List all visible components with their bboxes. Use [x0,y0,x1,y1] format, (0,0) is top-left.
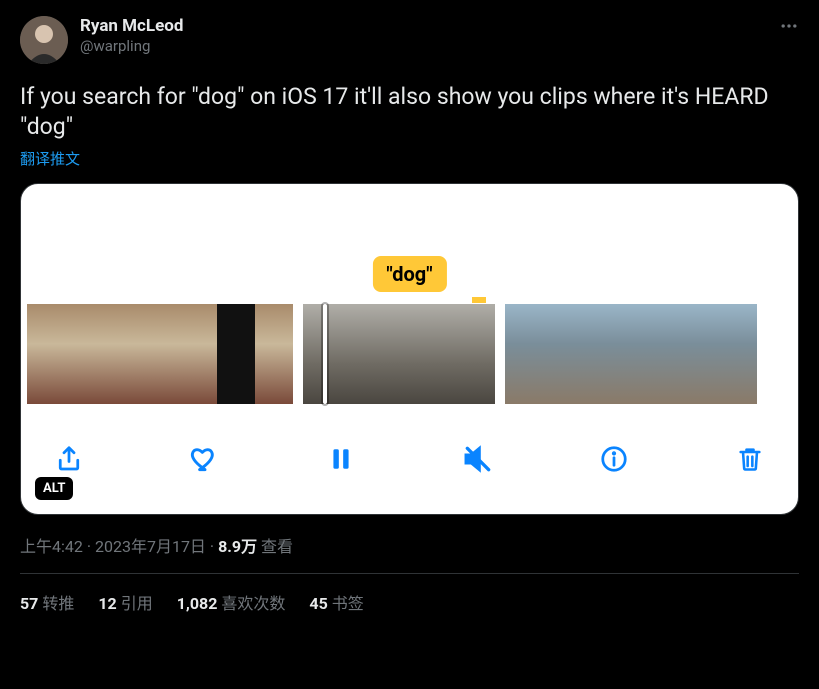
tweet-date[interactable]: 2023年7月17日 [95,537,206,556]
clip-thumbnail-group[interactable] [505,304,757,404]
video-scrubber-row[interactable] [21,304,798,404]
stat-number: 45 [309,594,327,613]
mute-icon[interactable] [456,437,500,481]
info-icon[interactable] [592,437,636,481]
stat-label: 引用 [121,594,153,613]
clip-frame [631,304,673,404]
avatar[interactable] [20,16,68,64]
translate-link[interactable]: 翻译推文 [20,148,799,169]
quotes-stat[interactable]: 12 引用 [98,590,152,614]
clip-frame [103,304,141,404]
playhead[interactable] [315,300,335,408]
tweet-stats: 57转推 12 引用 1,082喜欢次数 45 书签 [20,590,799,614]
stat-label: 喜欢次数 [221,594,285,613]
display-name[interactable]: Ryan McLeod [80,16,183,36]
stat-number: 57 [20,594,38,613]
keyword-marker [472,297,486,303]
separator: · [206,537,218,556]
more-icon[interactable] [779,16,799,40]
clip-frame [351,304,399,404]
likes-stat[interactable]: 1,082喜欢次数 [177,590,286,614]
clip-frame [505,304,547,404]
tweet-text: If you search for "dog" on iOS 17 it'll … [20,82,799,142]
media-top-area: "dog" [21,184,798,304]
tweet-header: Ryan McLeod @warpling [20,16,799,64]
clip-frame [27,304,65,404]
alt-badge[interactable]: ALT [35,477,73,500]
clip-frame [141,304,179,404]
clip-frame [65,304,103,404]
clip-frame [715,304,757,404]
clip-frame [589,304,631,404]
share-icon[interactable] [47,437,91,481]
clip-frame [673,304,715,404]
retweets-stat[interactable]: 57转推 [20,590,74,614]
stat-label: 转推 [42,594,74,613]
stat-number: 1,082 [177,594,218,613]
separator: · [83,537,95,556]
clip-frame [255,304,293,404]
clip-thumbnail-group[interactable] [27,304,293,404]
pause-icon[interactable] [319,437,363,481]
clip-frame [399,304,447,404]
user-handle[interactable]: @warpling [80,36,183,56]
heart-icon[interactable] [183,437,227,481]
clip-frame [547,304,589,404]
trash-icon[interactable] [728,437,772,481]
media-inner: "dog" [21,184,798,514]
stat-label: 书签 [332,594,364,613]
media-attachment[interactable]: "dog" [20,183,799,515]
bookmarks-stat[interactable]: 45 书签 [309,590,363,614]
tweet-meta: 上午4:42 · 2023年7月17日 · 8.9万 查看 [20,533,799,557]
clip-frame [217,304,255,404]
user-info: Ryan McLeod @warpling [80,16,183,56]
clip-thumbnail-group[interactable] [303,304,495,404]
tweet-container: Ryan McLeod @warpling If you search for … [0,0,819,614]
views-label: 查看 [257,537,293,556]
clip-frame [447,304,495,404]
views-count[interactable]: 8.9万 [218,537,257,556]
clip-frame [179,304,217,404]
stat-number: 12 [98,594,116,613]
media-toolbar [21,404,798,514]
tweet-time[interactable]: 上午4:42 [20,537,83,556]
divider [20,573,799,574]
search-keyword-pill: "dog" [372,256,446,292]
